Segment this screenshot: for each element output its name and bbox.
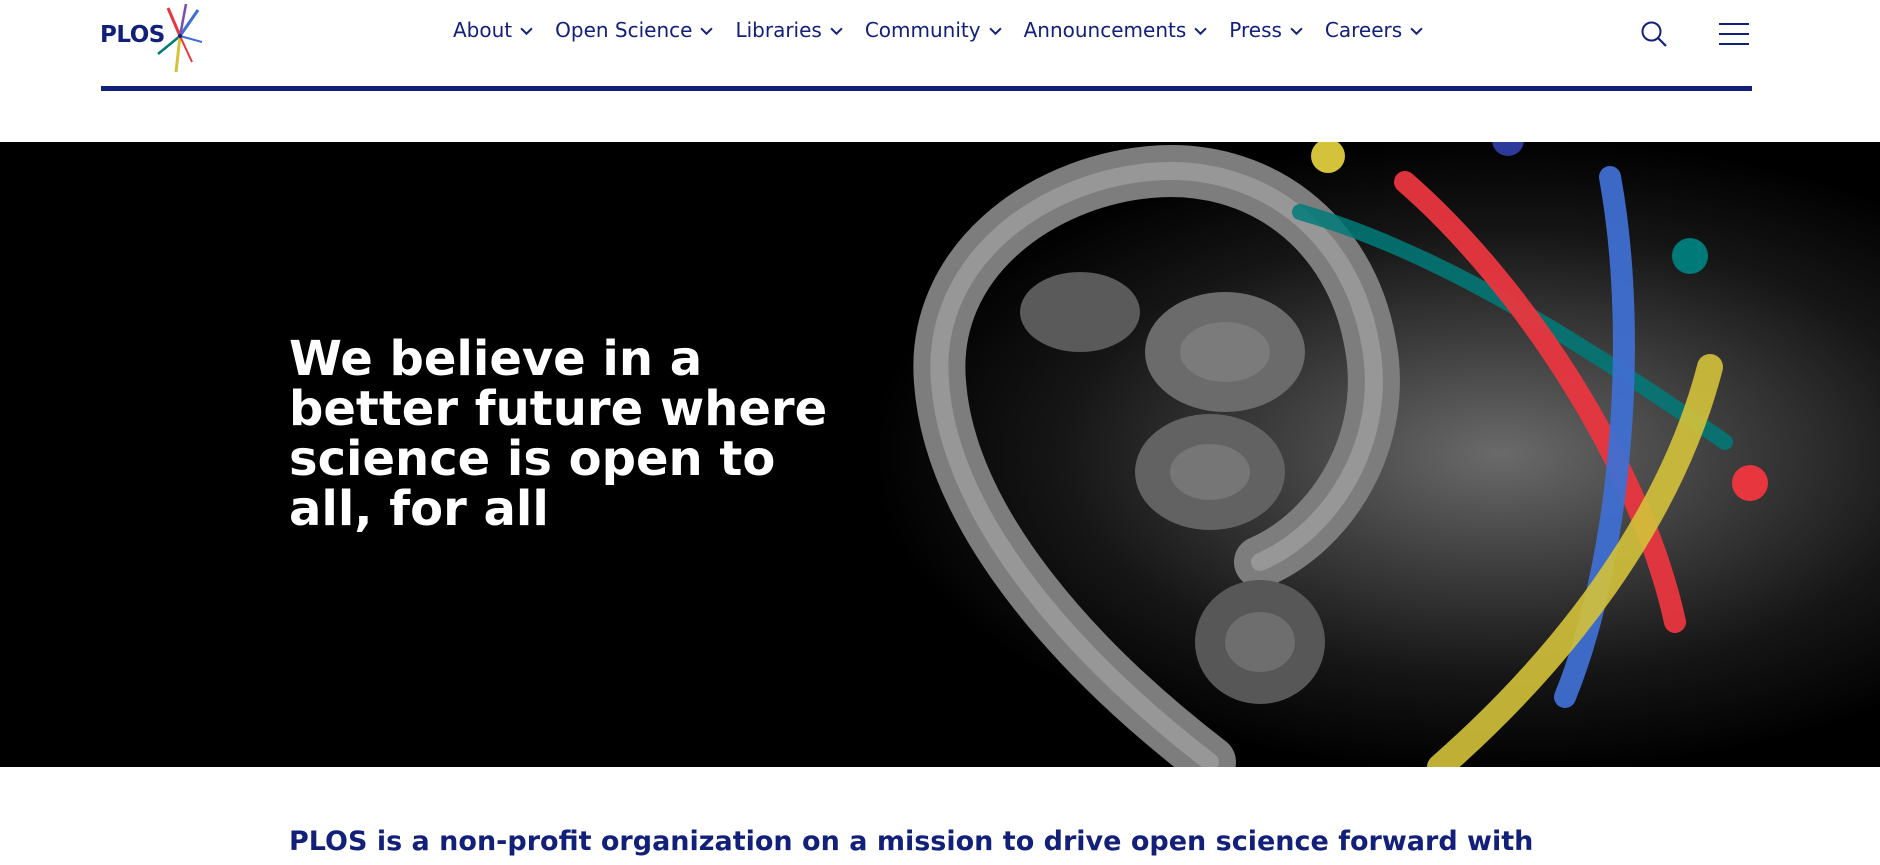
- logo-burst-icon: [157, 3, 203, 73]
- chevron-down-icon: [1290, 27, 1303, 35]
- nav-item-label: About: [453, 18, 513, 42]
- hero-title: We believe in a better future where scie…: [289, 331, 828, 537]
- nav-item-community[interactable]: Community: [865, 18, 1002, 42]
- chevron-down-icon: [989, 27, 1002, 35]
- nav-item-label: Libraries: [735, 18, 822, 42]
- nav-item-announcements[interactable]: Announcements: [1024, 18, 1208, 42]
- nav-item-label: Announcements: [1023, 18, 1187, 42]
- nav-item-open-science[interactable]: Open Science: [555, 18, 714, 42]
- hamburger-menu-icon[interactable]: [1718, 22, 1750, 46]
- fern-fiddlehead-image: [913, 142, 1768, 767]
- main-nav: About Open Science Libraries Community A…: [453, 18, 1445, 42]
- chevron-down-icon: [700, 27, 714, 35]
- chevron-down-icon: [830, 27, 843, 35]
- header-divider: [101, 86, 1752, 91]
- chevron-down-icon: [520, 27, 533, 35]
- nav-item-label: Community: [864, 18, 981, 42]
- hero-banner: We believe in a better future where scie…: [0, 142, 1880, 767]
- plos-logo[interactable]: PLOS: [100, 2, 205, 73]
- nav-item-careers[interactable]: Careers: [1325, 18, 1423, 42]
- nav-item-label: Careers: [1324, 18, 1403, 42]
- nav-item-press[interactable]: Press: [1229, 18, 1303, 42]
- mission-statement: PLOS is a non-profit organization on a m…: [289, 826, 1534, 857]
- nav-item-label: Open Science: [555, 18, 693, 42]
- search-icon[interactable]: [1640, 20, 1668, 48]
- site-header: PLOS About Open Science Libraries Commun…: [0, 0, 1880, 95]
- nav-item-label: Press: [1229, 18, 1282, 42]
- nav-item-libraries[interactable]: Libraries: [735, 18, 843, 42]
- nav-item-about[interactable]: About: [453, 18, 533, 42]
- chevron-down-icon: [1194, 27, 1207, 35]
- chevron-down-icon: [1410, 27, 1423, 35]
